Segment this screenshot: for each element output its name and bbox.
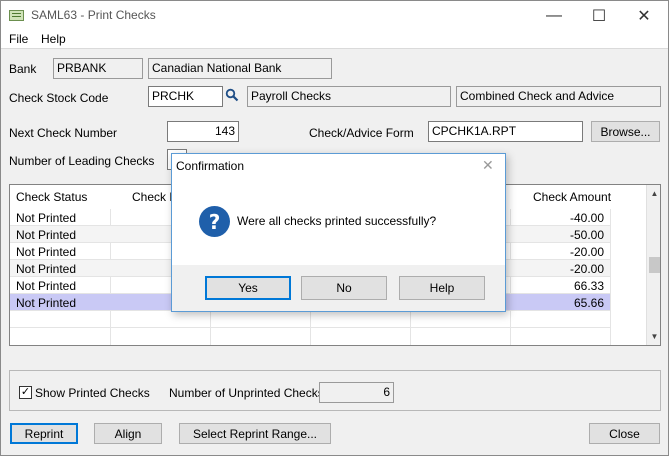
check-form-input[interactable]: CPCHK1A.RPT — [428, 121, 583, 142]
grid-scrollbar[interactable]: ▲ ▼ — [646, 185, 660, 345]
check-stock-description-field: Payroll Checks — [247, 86, 451, 107]
check-stock-code-input[interactable]: PRCHK — [148, 86, 223, 107]
dialog-message: Were all checks printed successfully? — [237, 214, 437, 228]
row-status: Not Printed — [16, 211, 77, 225]
no-button[interactable]: No — [301, 276, 387, 300]
unprinted-count-label: Number of Unprinted Checks — [169, 386, 324, 400]
scrollbar-thumb[interactable] — [649, 257, 660, 273]
menu-help[interactable]: Help — [41, 32, 66, 46]
scroll-up-icon[interactable]: ▲ — [647, 186, 660, 201]
browse-button[interactable]: Browse... — [591, 121, 660, 142]
col-check-amount[interactable]: Check Amount — [533, 190, 611, 204]
finder-search-icon[interactable] — [225, 88, 239, 102]
check-stock-label: Check Stock Code — [9, 91, 109, 105]
row-status: Not Printed — [16, 262, 77, 276]
check-stock-type-field: Combined Check and Advice — [456, 86, 661, 107]
align-button[interactable]: Align — [94, 423, 162, 444]
title-bar: SAML63 - Print Checks — ☐ ✕ — [1, 1, 668, 30]
row-amount: 66.33 — [573, 279, 604, 293]
row-amount: -20.00 — [569, 262, 604, 276]
select-reprint-range-button[interactable]: Select Reprint Range... — [179, 423, 331, 444]
bank-name-field: Canadian National Bank — [148, 58, 332, 79]
dialog-title: Confirmation — [176, 159, 245, 173]
show-printed-label[interactable]: Show Printed Checks — [35, 386, 150, 400]
form-label: Check/Advice Form — [309, 126, 414, 140]
row-amount: -20.00 — [569, 245, 604, 259]
next-check-label: Next Check Number — [9, 126, 118, 140]
next-check-number-input[interactable]: 143 — [167, 121, 239, 142]
row-amount: -40.00 — [569, 211, 604, 225]
menu-file[interactable]: File — [9, 32, 28, 46]
col-check-status[interactable]: Check Status — [16, 190, 87, 204]
row-amount: 65.66 — [573, 296, 604, 310]
leading-checks-label: Number of Leading Checks — [9, 154, 155, 168]
options-group: ✓ Show Printed Checks Number of Unprinte… — [9, 370, 661, 411]
dialog-button-bar: Yes No Help — [172, 265, 505, 311]
row-status: Not Printed — [16, 228, 77, 242]
yes-button[interactable]: Yes — [205, 276, 291, 300]
help-button[interactable]: Help — [399, 276, 485, 300]
bank-code-field: PRBANK — [53, 58, 143, 79]
minimize-icon[interactable]: — — [531, 1, 577, 30]
row-amount: -50.00 — [569, 228, 604, 242]
table-row-empty[interactable] — [10, 311, 610, 328]
bank-label: Bank — [9, 62, 37, 76]
dialog-close-icon[interactable]: ✕ — [482, 157, 494, 174]
unprinted-count-field: 6 — [319, 382, 394, 403]
window-title: SAML63 - Print Checks — [31, 8, 156, 22]
menu-bar: File Help — [1, 30, 668, 49]
app-icon — [9, 10, 24, 21]
question-icon: ? — [199, 206, 230, 237]
confirmation-dialog: Confirmation ✕ ? Were all checks printed… — [171, 153, 506, 312]
col-divider — [610, 209, 611, 345]
scroll-down-icon[interactable]: ▼ — [647, 329, 660, 344]
show-printed-checkbox[interactable]: ✓ — [19, 386, 32, 399]
reprint-button[interactable]: Reprint — [10, 423, 78, 444]
close-icon[interactable]: ✕ — [621, 1, 667, 30]
maximize-icon[interactable]: ☐ — [576, 1, 622, 30]
close-button[interactable]: Close — [589, 423, 660, 444]
row-status: Not Printed — [16, 296, 77, 310]
row-status: Not Printed — [16, 245, 77, 259]
row-status: Not Printed — [16, 279, 77, 293]
